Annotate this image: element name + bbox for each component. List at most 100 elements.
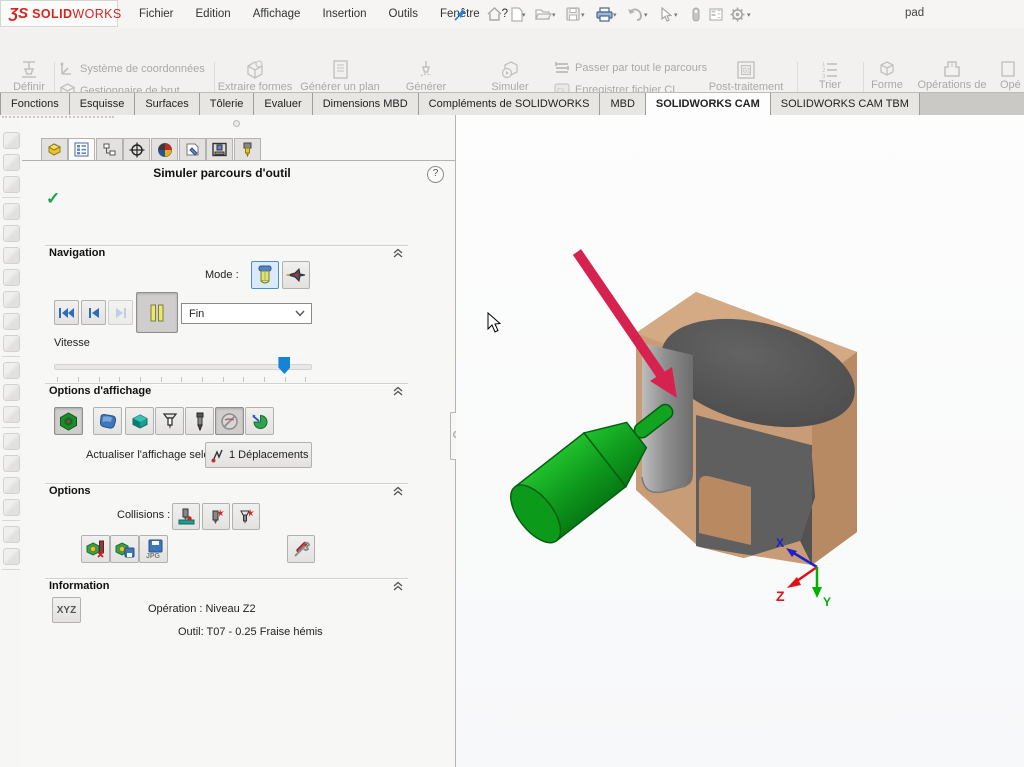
position-select[interactable]: Fin [181,303,312,324]
features-toolbar-icon[interactable] [3,203,20,220]
menu-affichage[interactable]: Affichage [242,8,312,20]
undo-icon[interactable] [625,4,645,24]
save-icon[interactable] [563,4,583,24]
open-caret-icon[interactable]: ▾ [552,11,556,19]
features-toolbar-icon[interactable] [3,433,20,450]
no-display-icon [220,412,239,431]
step-forward-button[interactable] [108,300,133,325]
home-icon[interactable] [484,4,504,24]
select-caret-icon[interactable]: ▾ [674,11,678,19]
features-toolbar-icon[interactable] [3,291,20,308]
save-caret-icon[interactable]: ▾ [581,11,585,19]
step-through-toolpath-button[interactable]: Passer par tout le parcours [554,61,707,75]
speed-slider-track[interactable] [54,364,312,370]
features-toolbar-icon[interactable] [3,384,20,401]
tab-property-manager[interactable] [68,138,95,161]
select-cursor-icon[interactable] [656,4,676,24]
tab-esquisse[interactable]: Esquisse [70,93,136,116]
print-caret-icon[interactable]: ▾ [613,11,617,19]
collapse-display-options-icon[interactable] [392,386,404,397]
step-back-button[interactable] [81,300,106,325]
hide-toolpath-button[interactable] [215,407,244,435]
collapse-information-icon[interactable] [392,581,404,592]
settings-caret-icon[interactable]: ▾ [747,11,751,19]
features-toolbar-icon[interactable] [3,499,20,516]
xyz-coordinates-button[interactable]: XYZ [52,597,81,623]
tab-cam-operation-tree[interactable] [206,138,233,161]
features-toolbar-icon[interactable] [3,225,20,242]
section-view-button[interactable] [245,407,274,435]
features-toolbar-icon[interactable] [3,526,20,543]
features-toolbar-icon[interactable] [3,406,20,423]
undo-caret-icon[interactable]: ▾ [644,11,648,19]
pin-menu-icon[interactable] [450,4,470,24]
post-process-button[interactable]: G1 Post-traitement [700,59,792,94]
show-tool-button[interactable] [185,407,214,435]
task-pane-icon[interactable] [706,4,726,24]
tab-fonctions[interactable]: Fonctions [0,93,70,116]
panel-tabs-underline [22,160,455,161]
show-tool-holder-button[interactable] [155,407,184,435]
tab-configuration-manager[interactable] [96,138,123,161]
features-toolbar-icon[interactable] [3,132,20,149]
tab-dimensions-mbd[interactable]: Dimensions MBD [313,93,419,116]
mouse-cursor-icon [488,313,500,332]
features-toolbar-icon[interactable] [3,313,20,330]
turbo-mode-button[interactable] [282,261,310,289]
settings-gear-icon[interactable] [727,4,747,24]
graphics-viewport[interactable]: X Z Y [456,115,1024,767]
features-toolbar-icon[interactable] [3,362,20,379]
features-toolbar-icon[interactable] [3,455,20,472]
tab-cam-feature-tree[interactable] [179,138,206,161]
simulation-scene: X Z Y [456,115,1024,767]
features-toolbar-icon[interactable] [3,335,20,352]
tab-evaluer[interactable]: Evaluer [254,93,312,116]
tab-solidworks-cam[interactable]: SOLIDWORKS CAM [646,93,771,116]
features-toolbar-icon[interactable] [3,154,20,171]
collision-holder-button[interactable] [232,503,260,530]
collapse-navigation-icon[interactable] [392,248,404,259]
tab-solidworks-cam-tbm[interactable]: SOLIDWORKS CAM TBM [771,93,920,116]
help-icon[interactable]: ? [427,166,444,183]
features-toolbar-icon[interactable] [3,548,20,565]
panel-title: Simuler parcours d'outil [22,166,422,180]
toggle-display-icon[interactable] [686,4,706,24]
collision-pause-button[interactable] [202,503,230,530]
tab-cam-tools-tree[interactable] [234,138,261,161]
new-document-caret-icon[interactable]: ▾ [522,11,526,19]
menu-fichier[interactable]: Fichier [128,8,185,20]
features-toolbar-icon[interactable] [3,269,20,286]
tab-complements-solidworks[interactable]: Compléments de SOLIDWORKS [419,93,601,116]
collision-stop-button[interactable] [172,503,200,530]
show-stock-button[interactable] [54,407,83,435]
collapse-options-icon[interactable] [392,486,404,497]
show-target-part-button[interactable] [93,407,122,435]
tab-feature-manager[interactable] [41,138,68,161]
pause-button[interactable] [136,292,178,333]
save-stock-button[interactable] [110,535,139,563]
tool-mode-button[interactable] [251,261,279,289]
save-image-button[interactable]: JPG [139,535,168,563]
ok-button[interactable]: ✓ [46,189,60,209]
panel-collapse-handle[interactable] [233,120,240,127]
simulation-settings-button[interactable] [287,535,315,563]
tab-tolerie[interactable]: Tôlerie [200,93,255,116]
menu-outils[interactable]: Outils [378,8,429,20]
panel-drag-handle[interactable] [2,116,114,121]
remove-chips-button[interactable] [81,535,110,563]
tab-surfaces[interactable]: Surfaces [135,93,199,116]
tab-dimxpert-manager[interactable] [123,138,150,161]
tab-display-manager[interactable] [151,138,178,161]
features-toolbar-icon[interactable] [3,477,20,494]
show-fixtures-button[interactable] [125,407,154,435]
update-moves-button[interactable]: 1 Déplacements [205,442,312,468]
go-to-start-button[interactable] [54,300,79,325]
tab-mbd[interactable]: MBD [600,93,645,116]
open-icon[interactable] [533,4,553,24]
coordinate-system-button[interactable]: Système de coordonnées [60,61,205,76]
features-toolbar-icon[interactable] [3,247,20,264]
features-toolbar-icon[interactable] [3,176,20,193]
menu-insertion[interactable]: Insertion [311,8,377,20]
menu-edition[interactable]: Edition [185,8,242,20]
print-icon[interactable] [594,4,614,24]
